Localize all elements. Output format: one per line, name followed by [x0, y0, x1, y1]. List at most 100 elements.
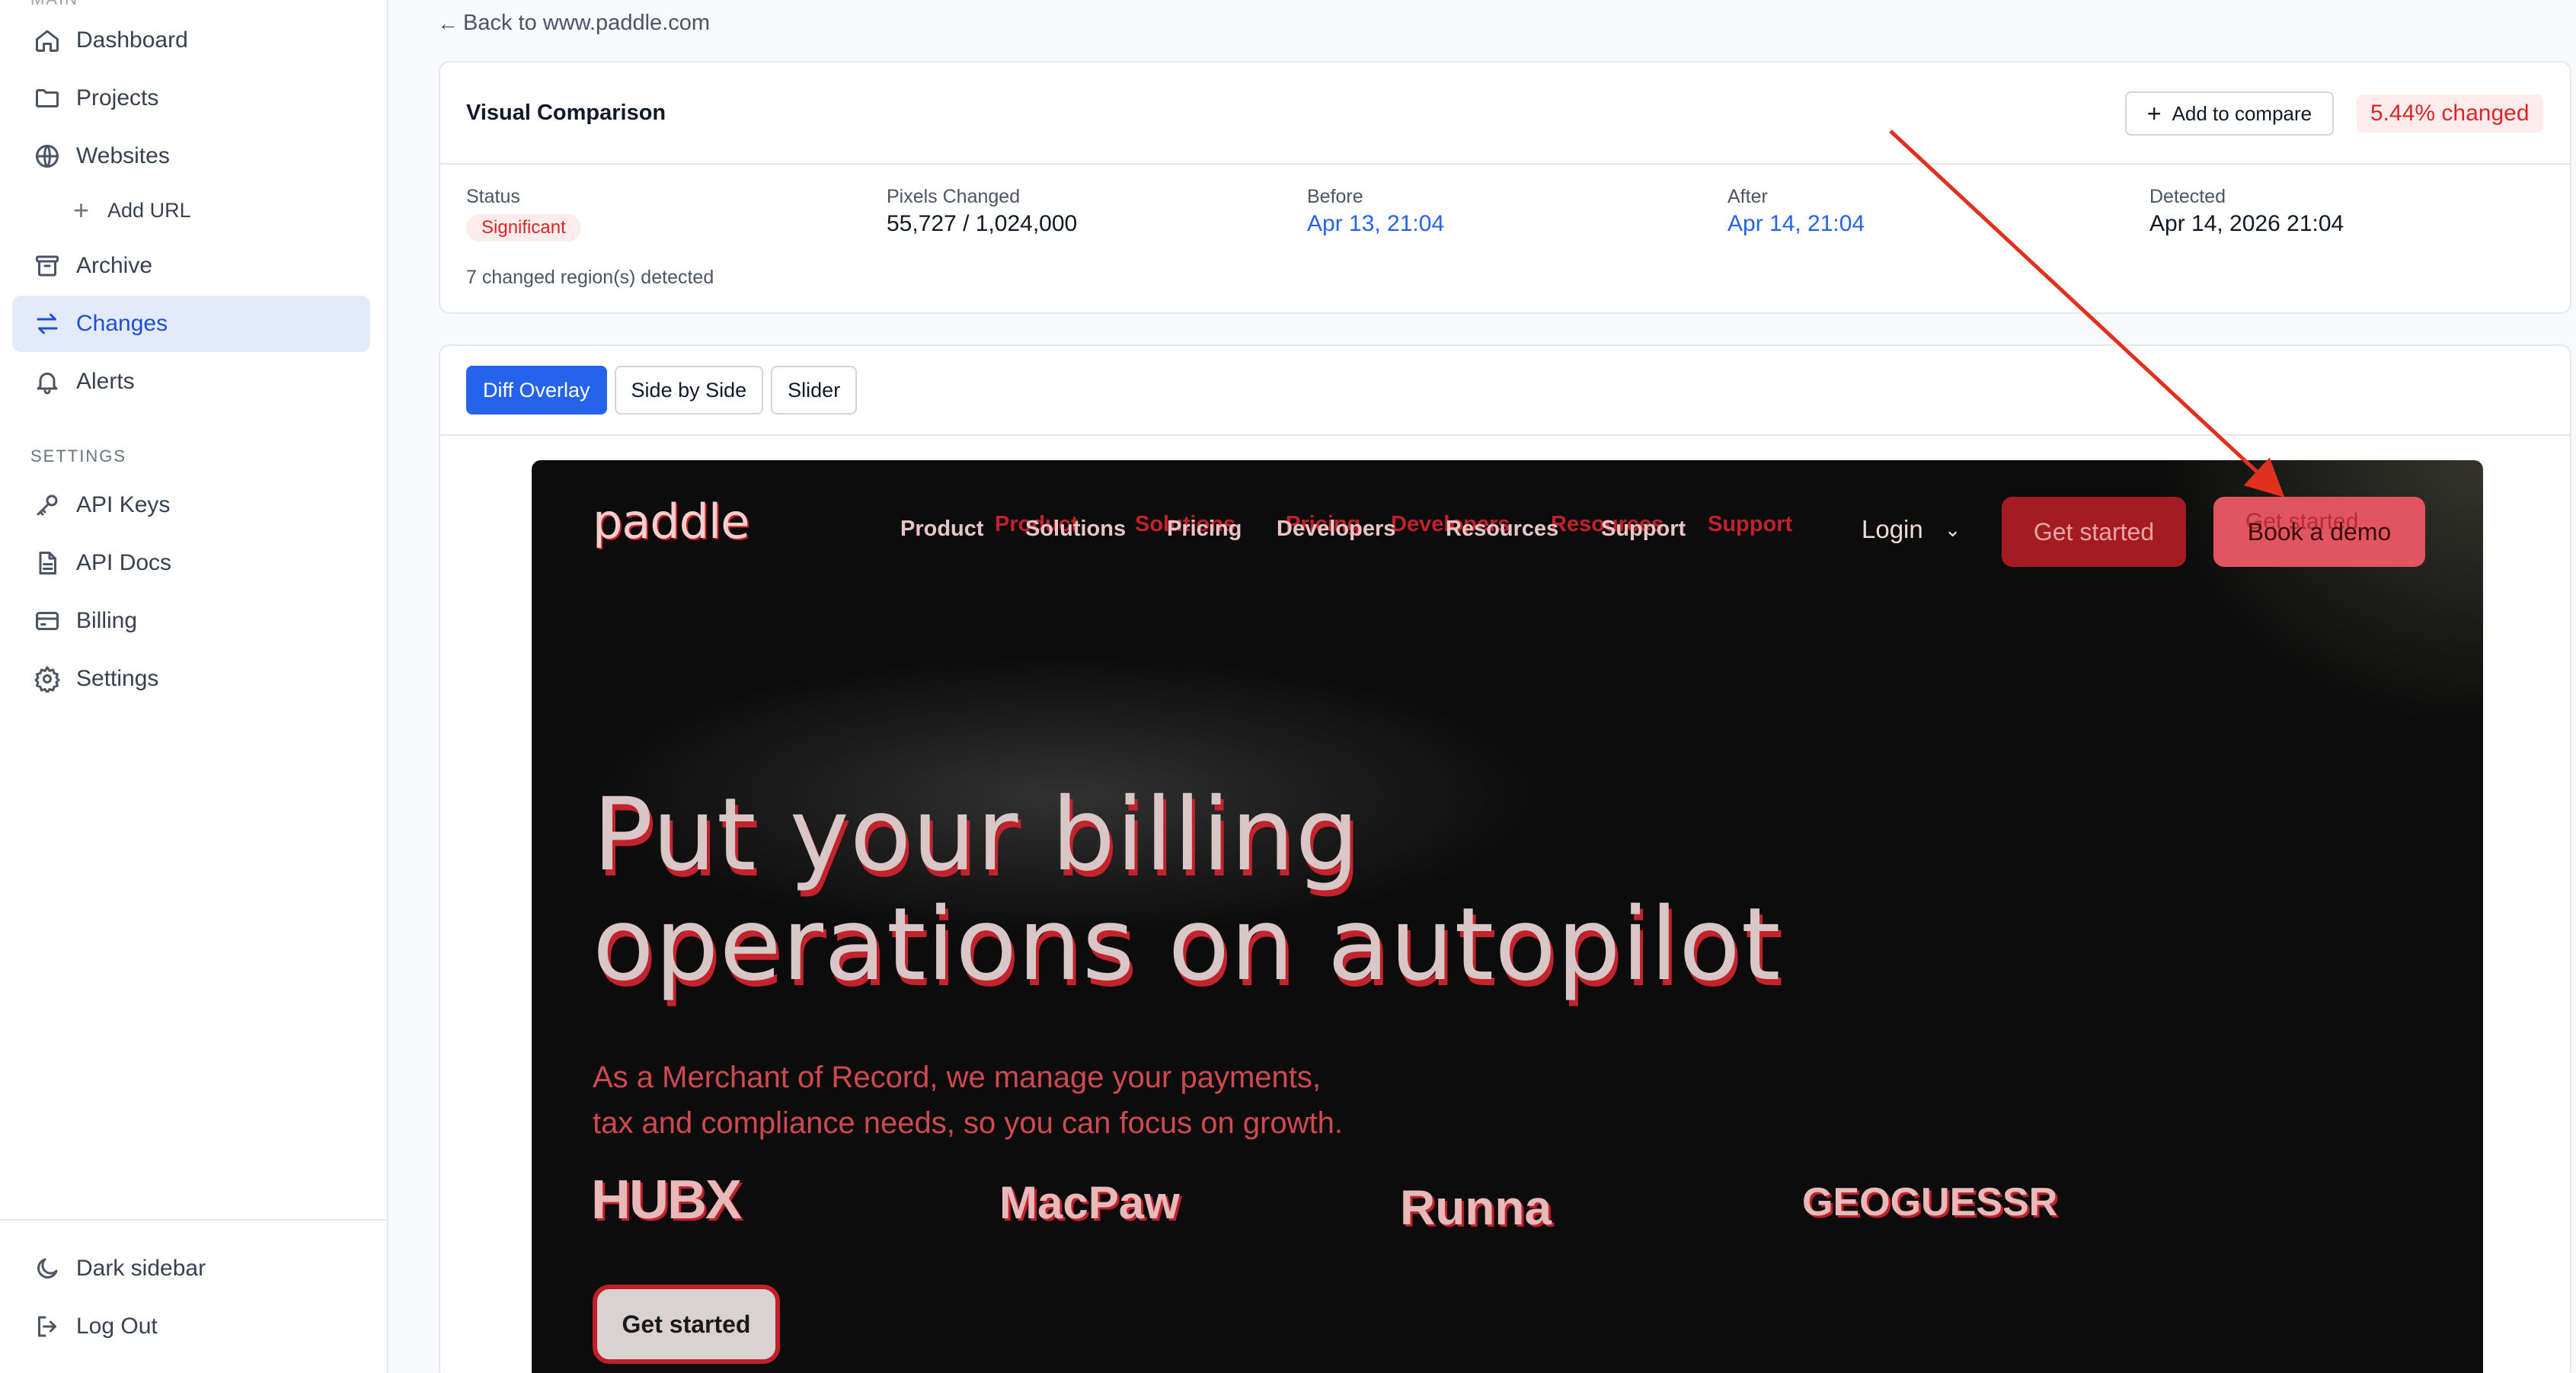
- globe-icon: [32, 141, 62, 171]
- diff-viewer-card: Diff Overlay Side by Side Slider paddle …: [439, 344, 2571, 1373]
- changed-percent-badge: 5.44% changed: [2357, 94, 2543, 133]
- customer-logo-runna: Runna: [1400, 1180, 1552, 1235]
- sidebar-item-projects[interactable]: Projects: [12, 70, 370, 126]
- tabs-divider: [440, 434, 2570, 436]
- sidebar-item-label: Dashboard: [76, 27, 188, 53]
- meta-detected: Detected Apr 14, 2026 21:04: [2149, 186, 2344, 237]
- comparison-summary-card: Visual Comparison + Add to compare 5.44%…: [439, 61, 2571, 314]
- sidebar-item-changes[interactable]: Changes: [12, 296, 370, 352]
- before-snapshot-link[interactable]: Apr 13, 21:04: [1307, 211, 1444, 237]
- sidebar-item-settings[interactable]: Settings: [12, 651, 370, 707]
- meta-label: Detected: [2149, 186, 2226, 207]
- hero-line: operations on autopilot: [593, 886, 1782, 1003]
- back-link-label: Back to www.paddle.com: [463, 11, 710, 35]
- hero-line: Put your billing: [593, 776, 1360, 894]
- key-icon: [32, 490, 62, 520]
- plus-icon: +: [2146, 100, 2162, 127]
- sidebar-item-add-url[interactable]: + Add URL: [73, 187, 191, 233]
- tab-diff-overlay[interactable]: Diff Overlay: [466, 366, 607, 414]
- meta-status: Status Significant: [466, 186, 581, 242]
- meta-label: Status: [466, 186, 520, 207]
- tab-side-by-side[interactable]: Side by Side: [614, 366, 764, 414]
- add-to-compare-button[interactable]: + Add to compare: [2125, 91, 2334, 136]
- add-to-compare-label: Add to compare: [2172, 101, 2312, 125]
- sidebar-item-billing[interactable]: Billing: [12, 593, 370, 649]
- sidebar-item-label: API Keys: [76, 492, 171, 517]
- status-badge: Significant: [466, 214, 581, 242]
- meta-label: Before: [1307, 186, 1363, 207]
- chevron-down-icon: ⌄: [1944, 517, 1961, 541]
- credit-card-icon: [32, 606, 62, 636]
- sidebar-item-label: Add URL: [107, 198, 191, 222]
- sidebar-item-label: Websites: [76, 143, 170, 168]
- preview-book-demo-button: Get started Book a demo: [2213, 497, 2425, 567]
- after-snapshot-link[interactable]: Apr 14, 21:04: [1727, 211, 1865, 237]
- preview-hero-cta: Get started: [593, 1285, 780, 1364]
- changed-regions-count: 7 changed region(s) detected: [466, 267, 714, 288]
- customer-logo-geoguessr: GEOGUESSR: [1802, 1180, 2058, 1224]
- sidebar-item-websites[interactable]: Websites: [12, 128, 370, 184]
- sidebar-item-archive[interactable]: Archive: [12, 238, 370, 294]
- sidebar-item-label: Projects: [76, 85, 159, 110]
- preview-nav-item: Product: [900, 517, 984, 541]
- preview-nav-ghost: Support: [1708, 512, 1793, 536]
- card-title: Visual Comparison: [466, 101, 666, 125]
- back-link[interactable]: ← Back to www.paddle.com: [437, 11, 710, 36]
- log-out-button[interactable]: Log Out: [12, 1298, 370, 1355]
- meta-before: Before Apr 13, 21:04: [1307, 186, 1444, 237]
- moon-icon: [32, 1253, 62, 1284]
- section-label-main: MAIN: [30, 0, 78, 9]
- meta-pixels-changed: Pixels Changed 55,727 / 1,024,000: [887, 186, 1077, 237]
- preview-nav-item: Resources: [1446, 517, 1559, 541]
- preview-nav-item: Solutions: [1025, 517, 1127, 541]
- preview-hero-subtext: As a Merchant of Record, we manage your …: [593, 1055, 1343, 1146]
- meta-label: After: [1727, 186, 1768, 207]
- arrows-swap-icon: [32, 309, 62, 339]
- meta-value: Apr 14, 2026 21:04: [2149, 211, 2344, 236]
- sidebar: MAIN Dashboard Projects Websites + Add U…: [0, 0, 388, 1373]
- preview-book-demo-label: Book a demo: [2247, 517, 2392, 546]
- meta-label: Pixels Changed: [887, 186, 1021, 207]
- logout-icon: [32, 1311, 62, 1342]
- document-icon: [32, 548, 62, 578]
- preview-hero-heading: Put your billing operations on autopilot: [593, 780, 1782, 1000]
- sidebar-item-label: Dark sidebar: [76, 1256, 206, 1281]
- sub-line: tax and compliance needs, so you can foc…: [593, 1106, 1344, 1140]
- section-label-settings: SETTINGS: [30, 446, 127, 466]
- archive-icon: [32, 251, 62, 281]
- sidebar-item-label: Log Out: [76, 1314, 158, 1339]
- sidebar-item-label: Billing: [76, 608, 138, 633]
- dark-sidebar-toggle[interactable]: Dark sidebar: [12, 1240, 370, 1297]
- tab-slider[interactable]: Slider: [771, 366, 858, 414]
- sidebar-item-api-docs[interactable]: API Docs: [12, 535, 370, 591]
- preview-login: Login ⌄: [1862, 515, 1961, 544]
- customer-logo-hubx: HUBX: [591, 1170, 742, 1231]
- sidebar-item-label: Archive: [76, 253, 153, 278]
- customer-logo-macpaw: MacPaw: [999, 1177, 1180, 1228]
- gear-icon: [32, 664, 62, 694]
- view-mode-tabs: Diff Overlay Side by Side Slider: [466, 366, 865, 414]
- preview-nav-item: Pricing: [1167, 517, 1242, 541]
- sidebar-item-api-keys[interactable]: API Keys: [12, 477, 370, 533]
- folder-icon: [32, 83, 62, 114]
- card-header: Visual Comparison + Add to compare 5.44%…: [440, 62, 2570, 165]
- diff-overlay-preview[interactable]: paddle Product Solutions Pricing Develop…: [532, 460, 2483, 1373]
- meta-after: After Apr 14, 21:04: [1727, 186, 1865, 237]
- arrow-left-icon: ←: [437, 11, 459, 35]
- sidebar-item-label: Changes: [76, 311, 168, 336]
- sub-line: As a Merchant of Record, we manage your …: [593, 1061, 1322, 1094]
- sidebar-item-label: API Docs: [76, 550, 172, 575]
- sidebar-item-label: Alerts: [76, 369, 135, 394]
- preview-nav-item: Support: [1601, 517, 1686, 541]
- plus-icon: +: [73, 194, 90, 226]
- preview-logo: paddle: [593, 494, 749, 549]
- sidebar-item-label: Settings: [76, 666, 159, 691]
- preview-login-label: Login: [1862, 515, 1923, 543]
- bell-icon: [32, 366, 62, 397]
- home-icon: [32, 25, 62, 56]
- preview-nav-item: Developers: [1277, 517, 1396, 541]
- sidebar-item-alerts[interactable]: Alerts: [12, 354, 370, 410]
- meta-value: 55,727 / 1,024,000: [887, 211, 1078, 236]
- preview-get-started-button: Get started: [2002, 497, 2186, 567]
- sidebar-item-dashboard[interactable]: Dashboard: [12, 12, 370, 69]
